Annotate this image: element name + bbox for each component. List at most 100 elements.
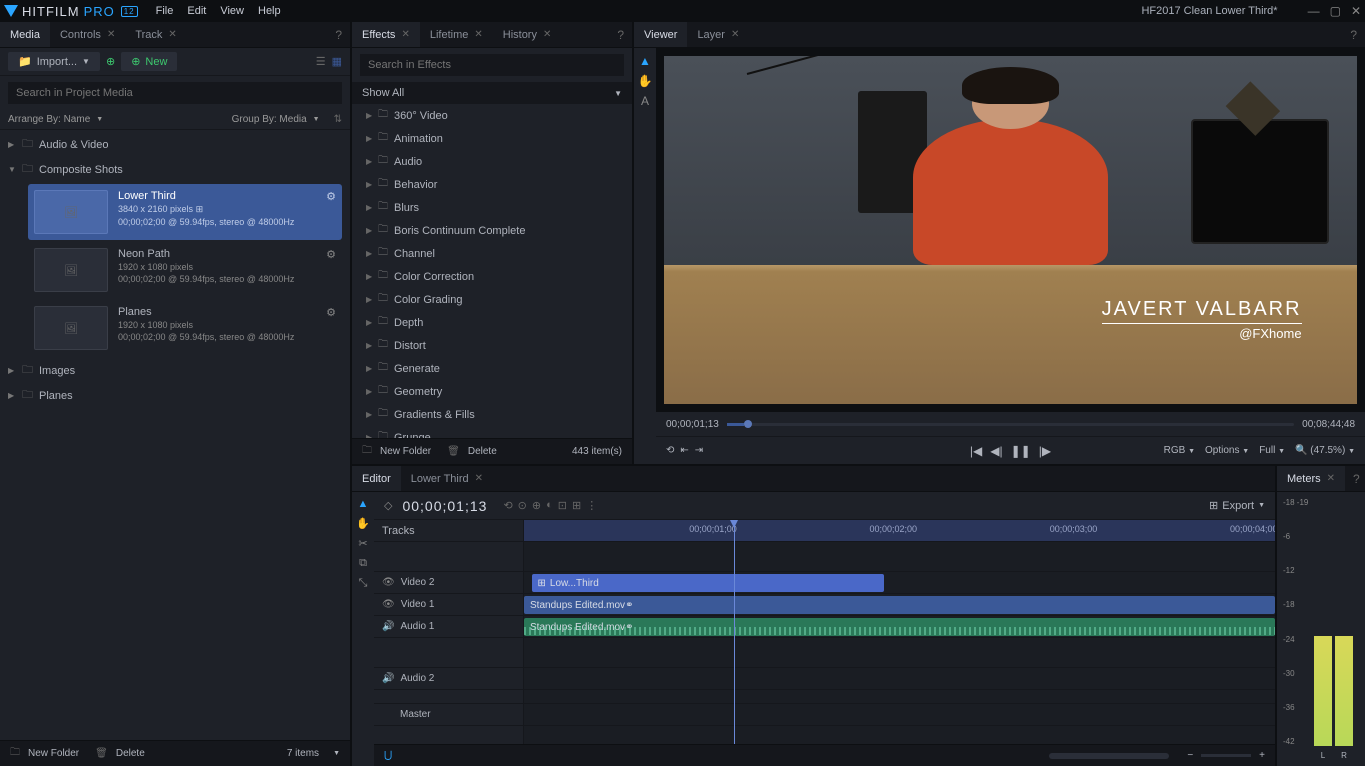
track-video-2[interactable]: 👁Video 2 [374,572,523,594]
menu-help[interactable]: Help [258,5,281,17]
delete-button[interactable]: Delete [116,748,145,759]
sort-icon[interactable]: ⇅ [334,114,342,125]
gear-icon[interactable]: ⚙ [326,248,336,261]
next-frame-icon[interactable]: |▶ [1039,444,1051,458]
prev-frame-icon[interactable]: ◀| [990,444,1002,458]
eye-icon[interactable]: 👁 [382,599,395,610]
magnet-icon[interactable]: ⋃ [384,750,392,761]
effect-category[interactable]: ▶🗀Behavior [352,173,632,196]
tl-tool-icon[interactable]: ⊡ [558,499,567,512]
effect-category[interactable]: ▶🗀Channel [352,242,632,265]
effect-category[interactable]: ▶🗀Generate [352,357,632,380]
tab-track[interactable]: Track✕ [125,22,186,47]
zoom-slider[interactable] [1201,754,1251,757]
hand-tool-icon[interactable]: ✋ [638,74,653,88]
effect-category[interactable]: ▶🗀Gradients & Fills [352,403,632,426]
snap-tool-icon[interactable]: ⧉ [359,557,367,570]
add-icon[interactable]: ⊕ [106,55,115,68]
effect-category[interactable]: ▶🗀Color Correction [352,265,632,288]
track-audio-1[interactable]: 🔊Audio 1 [374,616,523,638]
speaker-icon[interactable]: 🔊 [382,673,394,684]
close-button[interactable]: ✕ [1351,4,1361,18]
tab-media[interactable]: Media [0,22,50,47]
play-pause-icon[interactable]: ❚❚ [1011,444,1031,458]
close-icon[interactable]: ✕ [475,473,483,484]
tl-tool-icon[interactable]: ⊕ [532,499,541,512]
zoom-dropdown[interactable]: 🔍 (47.5%) ▼ [1295,445,1355,456]
export-button[interactable]: ⊞Export ▼ [1209,499,1265,512]
pointer-tool-icon[interactable]: ▲ [358,498,369,510]
arrange-dropdown[interactable]: Arrange By: Name [8,114,90,125]
import-button[interactable]: 📁Import...▼ [8,52,100,71]
panel-help-icon[interactable]: ? [1345,472,1365,486]
tab-meters[interactable]: Meters✕ [1277,466,1345,491]
close-icon[interactable]: ✕ [168,29,176,40]
panel-help-icon[interactable]: ? [1342,28,1365,42]
zoom-in-icon[interactable]: + [1259,750,1265,761]
tl-tool-icon[interactable]: ⊙ [518,499,527,512]
tab-history[interactable]: History✕ [493,22,562,47]
tab-viewer[interactable]: Viewer [634,22,687,47]
effect-category[interactable]: ▶🗀360° Video [352,104,632,127]
rate-tool-icon[interactable]: ⤡ [359,577,368,590]
viewer-video-frame[interactable]: JAVERT VALBARR @FXhome [664,56,1357,404]
options-dropdown[interactable]: Options ▼ [1205,445,1249,456]
close-icon[interactable]: ✕ [731,29,739,40]
effects-search-input[interactable] [360,54,624,76]
folder-composite-shots[interactable]: ▼🗀Composite Shots [0,157,350,182]
new-button[interactable]: ⊕New [121,52,177,71]
timeline-timecode[interactable]: 00;00;01;13 [402,498,487,514]
playhead[interactable] [734,520,735,744]
clip-comp-lower-third[interactable]: ⊞Low...Third [532,574,885,592]
scrollbar[interactable] [1049,753,1169,759]
panel-help-icon[interactable]: ? [327,28,350,42]
effects-showall-dropdown[interactable]: Show All▼ [352,82,632,104]
slice-tool-icon[interactable]: ✂ [358,537,367,550]
tab-lower-third[interactable]: Lower Third✕ [401,466,493,491]
group-dropdown[interactable]: Group By: Media [232,114,307,125]
timeline-ruler[interactable]: 00;00;01;00 00;00;02;00 00;00;03;00 00;0… [524,520,1275,542]
grid-view-icon[interactable]: ▦ [332,55,342,68]
menu-view[interactable]: View [220,5,244,17]
goto-start-icon[interactable]: |◀ [970,444,982,458]
tl-tool-icon[interactable]: ◐ [546,499,553,512]
list-view-icon[interactable]: ☰ [316,55,326,68]
close-icon[interactable]: ✕ [401,29,409,40]
tab-effects[interactable]: Effects✕ [352,22,420,47]
effect-category[interactable]: ▶🗀Geometry [352,380,632,403]
close-icon[interactable]: ✕ [543,29,551,40]
folder-audio-video[interactable]: ▶🗀Audio & Video [0,132,350,157]
effect-category[interactable]: ▶🗀Grunge [352,426,632,438]
tab-controls[interactable]: Controls✕ [50,22,125,47]
clip-audio-standups[interactable]: Standups Edited.mov ⚭ [524,618,1275,636]
tl-tool-icon[interactable]: ⋮ [586,499,597,512]
track-audio-2[interactable]: 🔊Audio 2 [374,668,523,690]
gear-icon[interactable]: ⚙ [326,306,336,319]
out-point-icon[interactable]: ⇥ [695,445,703,456]
folder-planes[interactable]: ▶🗀Planes [0,383,350,408]
playhead-scrubber[interactable] [727,423,1294,426]
effect-category[interactable]: ▶🗀Color Grading [352,288,632,311]
menu-file[interactable]: File [156,5,174,17]
tab-layer[interactable]: Layer✕ [687,22,749,47]
delete-button[interactable]: Delete [468,446,497,457]
track-master[interactable]: Master [374,704,523,726]
chevron-down-icon[interactable]: ▼ [333,750,340,757]
new-folder-button[interactable]: New Folder [380,446,431,457]
effect-category[interactable]: ▶🗀Blurs [352,196,632,219]
menu-edit[interactable]: Edit [187,5,206,17]
effect-category[interactable]: ▶🗀Boris Continuum Complete [352,219,632,242]
rgb-dropdown[interactable]: RGB ▼ [1164,445,1195,456]
folder-images[interactable]: ▶🗀Images [0,358,350,383]
effect-category[interactable]: ▶🗀Audio [352,150,632,173]
gear-icon[interactable]: ⚙ [326,190,336,203]
tl-tool-icon[interactable]: ⟲ [503,499,512,512]
close-icon[interactable]: ✕ [474,29,482,40]
eye-icon[interactable]: 👁 [382,577,395,588]
effect-category[interactable]: ▶🗀Animation [352,127,632,150]
close-icon[interactable]: ✕ [107,29,115,40]
speaker-icon[interactable]: 🔊 [382,621,394,632]
media-card-neon-path[interactable]: 🖼 Neon Path 1920 x 1080 pixels 00;00;02;… [28,242,342,298]
new-folder-button[interactable]: New Folder [28,748,79,759]
minimize-button[interactable]: — [1308,4,1320,18]
